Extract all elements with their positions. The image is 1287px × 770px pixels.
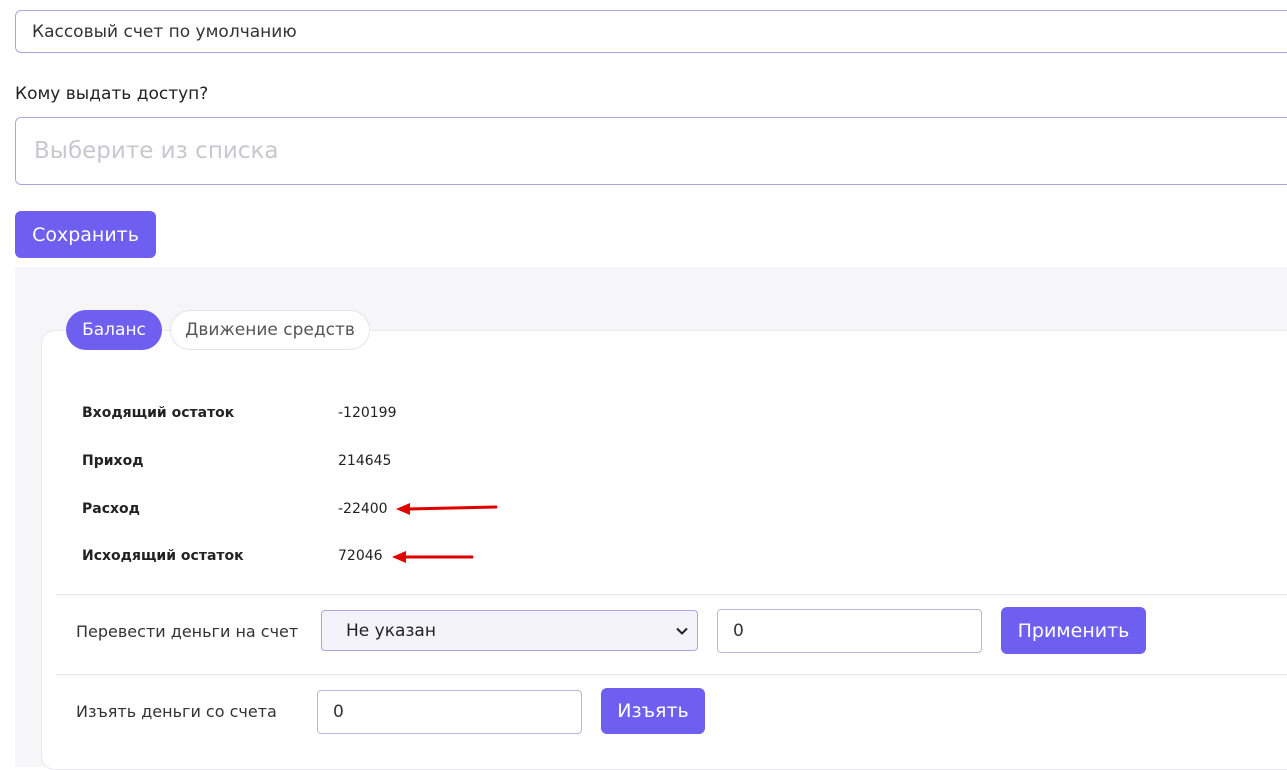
- closing-balance-value: 72046: [338, 548, 383, 564]
- opening-balance-label: Входящий остаток: [82, 405, 235, 421]
- transfer-amount-input[interactable]: 0: [717, 609, 982, 653]
- annotation-arrow-icon: [396, 503, 498, 515]
- access-select[interactable]: Выберите из списка: [15, 117, 1287, 185]
- access-label: Кому выдать доступ?: [15, 84, 209, 104]
- withdraw-label: Изъять деньги со счета: [76, 702, 277, 721]
- account-field-value: Кассовый счет по умолчанию: [32, 21, 297, 42]
- divider: [56, 674, 1287, 675]
- withdraw-button[interactable]: Изъять: [601, 688, 705, 734]
- closing-balance-label: Исходящий остаток: [82, 548, 244, 564]
- transfer-label: Перевести деньги на счет: [76, 622, 299, 641]
- income-label: Приход: [82, 453, 144, 469]
- apply-button[interactable]: Применить: [1001, 607, 1146, 654]
- account-panel: Баланс Движение средств Входящий остаток…: [15, 267, 1287, 770]
- transfer-account-selected: Не указан: [346, 620, 436, 641]
- chevron-down-icon: [676, 627, 688, 635]
- expense-value: -22400: [338, 501, 388, 517]
- withdraw-amount-value: 0: [333, 702, 344, 722]
- account-field[interactable]: Кассовый счет по умолчанию: [15, 10, 1287, 53]
- opening-balance-value: -120199: [338, 405, 397, 421]
- save-button[interactable]: Сохранить: [15, 211, 156, 258]
- tab-balance[interactable]: Баланс: [66, 310, 162, 350]
- withdraw-amount-input[interactable]: 0: [317, 690, 582, 734]
- income-value: 214645: [338, 453, 392, 469]
- annotation-arrow-icon: [392, 551, 474, 563]
- access-select-placeholder: Выберите из списка: [34, 138, 279, 164]
- expense-label: Расход: [82, 501, 140, 517]
- transfer-amount-value: 0: [733, 621, 744, 641]
- transfer-account-select[interactable]: Не указан: [321, 610, 698, 651]
- tab-cash-flow[interactable]: Движение средств: [170, 310, 370, 350]
- divider: [56, 594, 1287, 595]
